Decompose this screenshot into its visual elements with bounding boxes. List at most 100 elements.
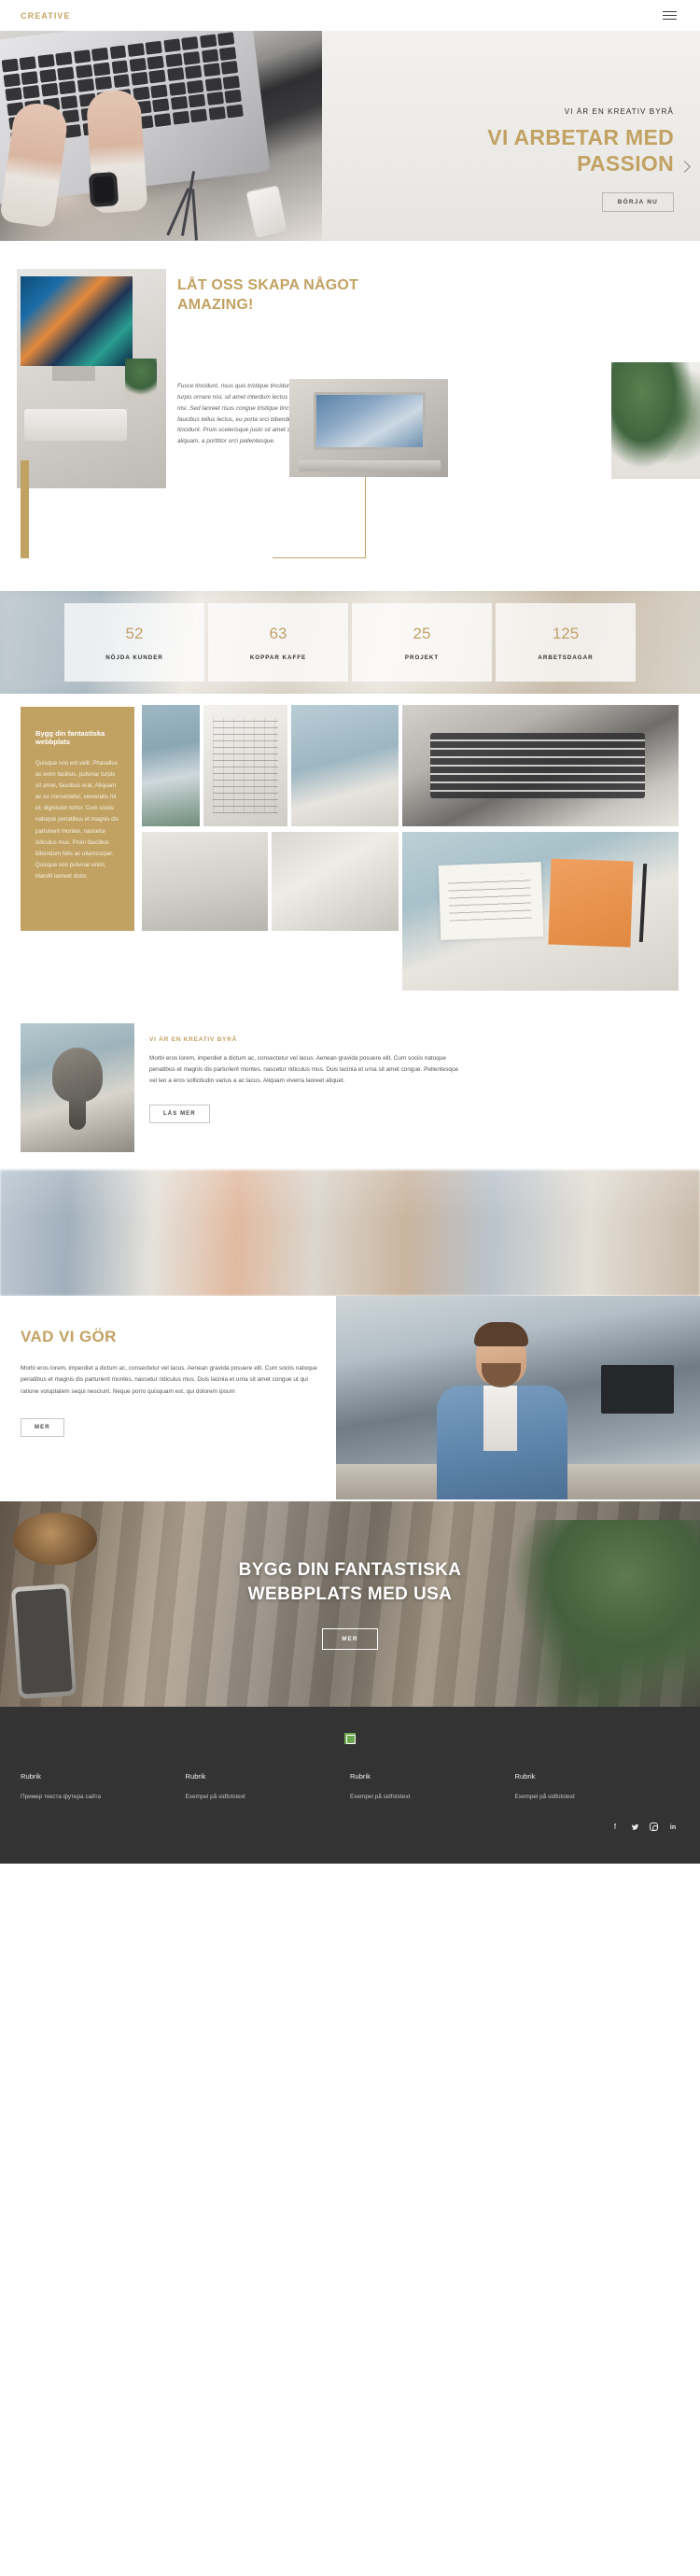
footer-column-text: Exempel på sidfotstext	[514, 1794, 575, 1800]
cta-title: BYGG DIN FANTASTISKA WEBBPLATS MED USA	[239, 1558, 462, 1606]
agency-read-more-button[interactable]: LÄS MER	[149, 1104, 210, 1123]
city-banner-image	[0, 1170, 700, 1296]
cta-section: BYGG DIN FANTASTISKA WEBBPLATS MED USA M…	[0, 1501, 700, 1707]
stat-label: KOPPAR KAFFE	[249, 654, 307, 661]
footer-column-text: Exempel på sidfotstext	[185, 1794, 245, 1800]
what-we-do-title: VAD VI GÖR	[21, 1328, 117, 1345]
footer-social-links: f in	[21, 1823, 679, 1832]
stat-number: 125	[552, 624, 580, 642]
agency-body: Morbi eros lorem, imperdiet a dictum ac,…	[149, 1055, 459, 1085]
stat-card: 25 PROJEKT	[352, 603, 492, 682]
smartwatch	[88, 171, 119, 208]
facebook-icon[interactable]: f	[610, 1823, 620, 1832]
plant-image	[611, 362, 700, 479]
twitter-icon[interactable]	[630, 1823, 639, 1832]
instagram-icon[interactable]	[650, 1823, 658, 1832]
laptop-image	[289, 379, 448, 477]
hero-kicker: VI ÄR EN KREATIV BYRÅ	[564, 107, 674, 116]
office-monitor	[601, 1365, 674, 1414]
what-we-do-body: Morbi eros lorem, imperdiet a dictum ac,…	[21, 1365, 317, 1395]
linkedin-icon[interactable]: in	[668, 1823, 678, 1832]
footer-column-title: Rubrik	[350, 1772, 371, 1781]
hero-title: VI ARBETAR MED PASSION	[487, 124, 674, 176]
hero-cta-button[interactable]: BÖRJA NU	[601, 192, 674, 213]
stat-number: 63	[269, 624, 287, 642]
chevron-right-icon[interactable]	[678, 160, 693, 175]
site-header: CREATIVE	[0, 0, 700, 31]
footer-column: Rubrik Exempel på sidfotstext	[350, 1772, 515, 1802]
laptop-base	[299, 460, 441, 472]
what-we-do-text-block: VAD VI GÖR Morbi eros lorem, imperdiet a…	[21, 1328, 319, 1438]
hero-title-line-1: VI ARBETAR MED	[487, 125, 674, 149]
monitor-screen	[21, 276, 133, 366]
footer-column-text: Пример текста футера сайта	[21, 1794, 102, 1800]
laptop-screen	[314, 392, 426, 450]
agency-hook-image	[21, 1023, 134, 1152]
hero-section: VI ÄR EN KREATIV BYRÅ VI ARBETAR MED PAS…	[0, 31, 700, 241]
stat-card: 63 KOPPAR KAFFE	[208, 603, 348, 682]
stat-label: ARBETSDAGAR	[538, 654, 594, 661]
pen	[638, 863, 648, 943]
gold-card-title: Bygg din fantastiska webbplats	[35, 729, 105, 746]
desk-plant	[125, 359, 157, 401]
gold-card-body: Quisque non est velit. Phasellus ac enim…	[35, 760, 119, 880]
hamburger-icon[interactable]	[660, 8, 679, 23]
hero-content: VI ÄR EN KREATIV BYRÅ VI ARBETAR MED PAS…	[487, 107, 674, 213]
stat-label: PROJEKT	[404, 654, 440, 661]
agency-section: VI ÄR EN KREATIV BYRÅ Morbi eros lorem, …	[0, 1016, 700, 1170]
mosaic-image-2-sketch	[203, 705, 287, 826]
cta-title-line-1: BYGG DIN FANTASTISKA	[238, 1559, 462, 1580]
broken-image-icon	[344, 1733, 356, 1744]
cta-more-button[interactable]: MER	[322, 1628, 378, 1651]
person-shirt	[483, 1386, 517, 1451]
brand-logo[interactable]: CREATIVE	[21, 11, 71, 21]
mosaic-image-6	[272, 832, 399, 931]
gold-info-card: Bygg din fantastiska webbplats Quisque n…	[21, 707, 134, 931]
footer-column: Rubrik Exempel på sidfotstext	[186, 1772, 351, 1802]
team-photo	[336, 1296, 700, 1499]
footer-column-title: Rubrik	[21, 1772, 41, 1781]
agency-text-block: VI ÄR EN KREATIV BYRÅ Morbi eros lorem, …	[149, 1036, 467, 1123]
mosaic-image-4-keyboard	[402, 705, 679, 826]
cta-title-line-2: WEBBPLATS MED USA	[247, 1584, 453, 1604]
footer-columns: Rubrik Пример текста футера сайта Rubrik…	[21, 1772, 679, 1802]
create-heading: LÅT OSS SKAPA NÅGOT AMAZING!	[177, 276, 467, 316]
footer-column: Rubrik Пример текста футера сайта	[21, 1772, 186, 1802]
person-hair	[474, 1322, 528, 1346]
metal-hook	[52, 1048, 103, 1130]
keyboard	[24, 409, 127, 441]
what-we-do-more-button[interactable]: MER	[21, 1418, 64, 1438]
footer-column-title: Rubrik	[514, 1772, 536, 1781]
page-root: CREATIVE VI ÄR EN KREATIV BYRÅ VI ARBETA…	[0, 0, 700, 1865]
workspace-monitor-image	[17, 269, 166, 488]
footer-column-text: Exempel på sidfotstext	[350, 1794, 411, 1800]
gold-accent-bar	[21, 460, 29, 558]
stat-card: 125 ARBETSDAGAR	[496, 603, 636, 682]
stat-number: 25	[413, 624, 431, 642]
mosaic-image-5	[142, 832, 268, 931]
footer-column: Rubrik Exempel på sidfotstext	[515, 1772, 680, 1802]
site-footer: Rubrik Пример текста футера сайта Rubrik…	[0, 1707, 700, 1865]
stat-number: 52	[125, 624, 144, 642]
stat-label: NÖJDA KUNDER	[105, 654, 163, 661]
orange-folder	[548, 858, 634, 948]
create-heading-line-1: LÅT OSS SKAPA NÅGOT	[177, 277, 359, 293]
create-heading-line-2: AMAZING!	[177, 296, 254, 313]
cta-content: BYGG DIN FANTASTISKA WEBBPLATS MED USA M…	[0, 1501, 700, 1707]
mosaic-image-7-notes	[402, 832, 679, 991]
what-we-do-section: VAD VI GÖR Morbi eros lorem, imperdiet a…	[0, 1296, 700, 1501]
monitor-stand	[52, 366, 95, 381]
hero-title-line-2: PASSION	[577, 151, 674, 176]
mosaic-section: Bygg din fantastiska webbplats Quisque n…	[0, 694, 700, 1016]
stats-section: 52 NÖJDA KUNDER 63 KOPPAR KAFFE 25 PROJE…	[0, 591, 700, 694]
agency-kicker: VI ÄR EN KREATIV BYRÅ	[149, 1036, 238, 1043]
mosaic-image-1	[142, 705, 200, 826]
stat-card: 52 NÖJDA KUNDER	[64, 603, 204, 682]
hero-photo-laptop-hands	[0, 31, 322, 241]
footer-column-title: Rubrik	[185, 1772, 206, 1781]
person-beard	[482, 1363, 521, 1387]
mosaic-image-3	[291, 705, 399, 826]
paper-note	[438, 862, 544, 940]
phone-device	[245, 184, 289, 240]
create-section: LÅT OSS SKAPA NÅGOT AMAZING! Fusce tinci…	[0, 241, 700, 591]
